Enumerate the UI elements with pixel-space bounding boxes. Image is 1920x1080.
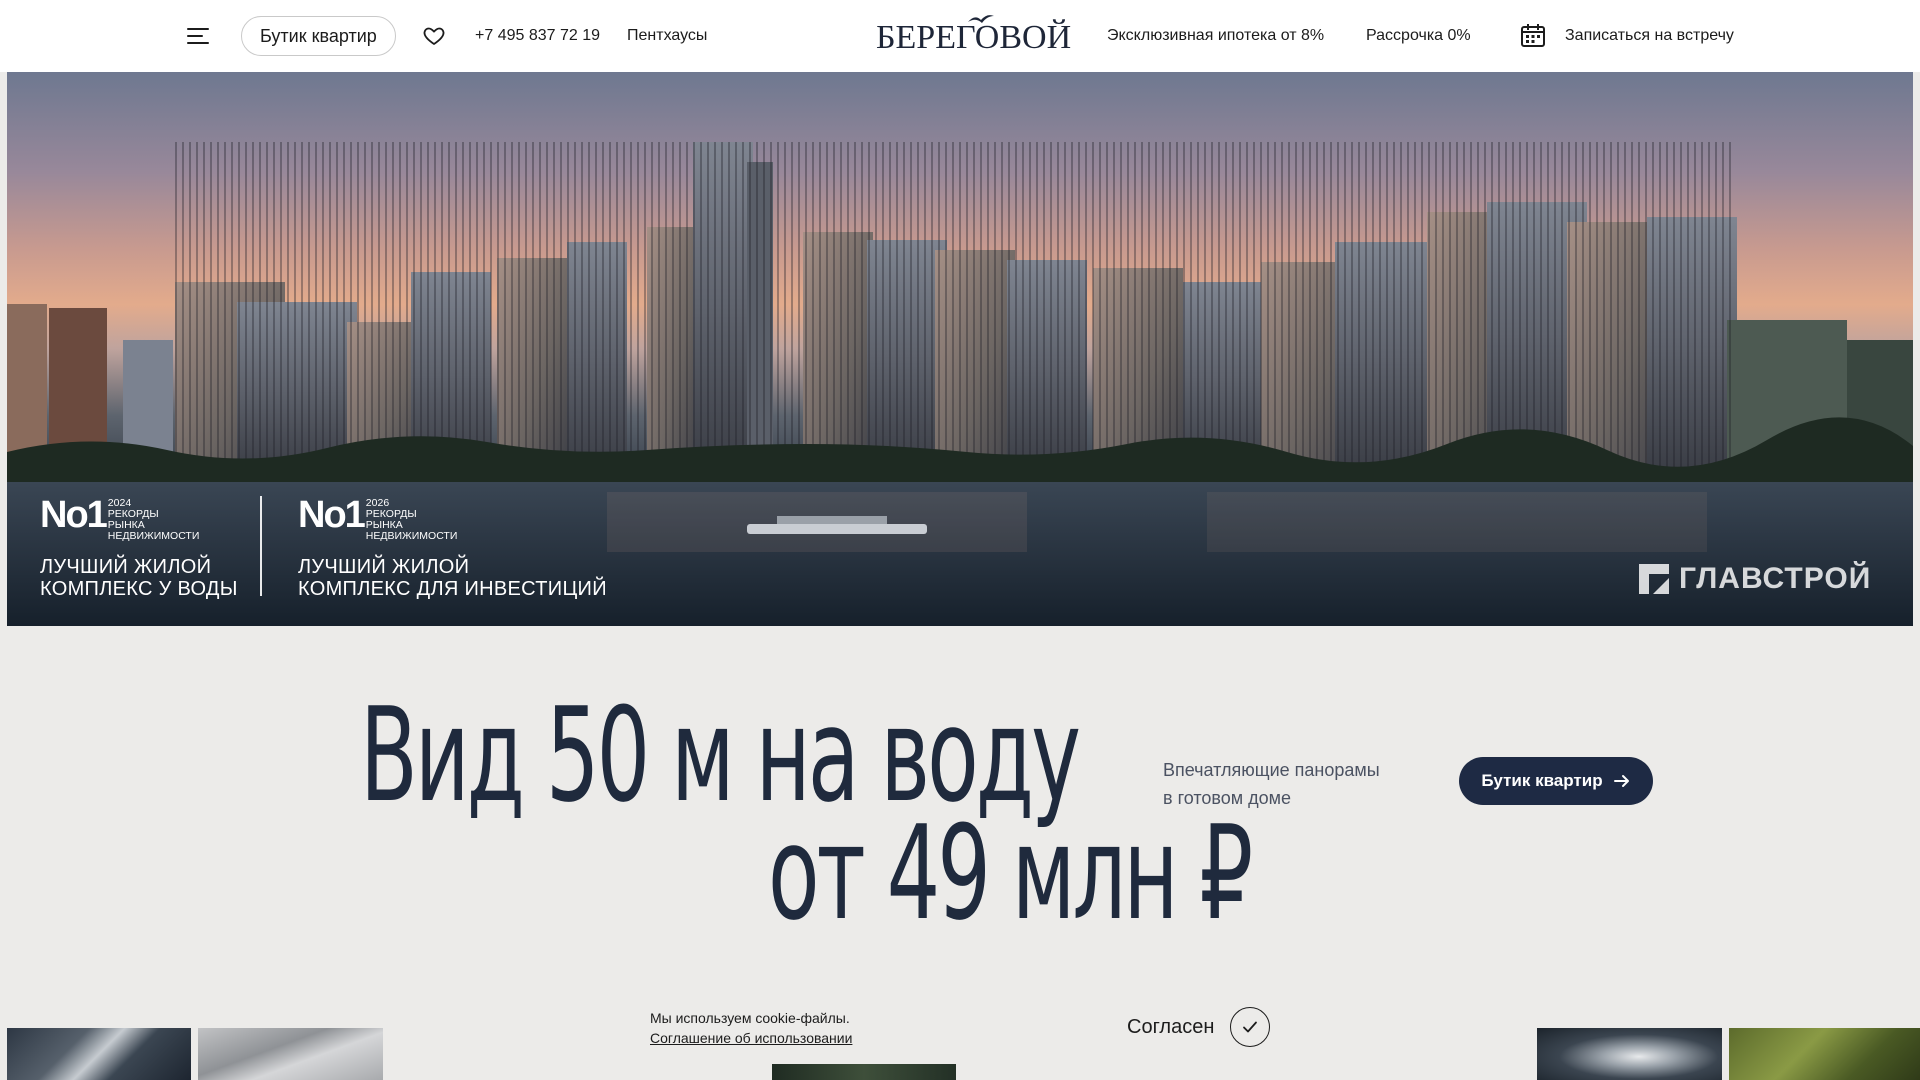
arrow-right-icon	[1613, 775, 1629, 787]
glavstroy-logo: ГЛАВСТРОЙ	[1639, 562, 1871, 596]
glavstroy-mark-icon	[1639, 564, 1669, 594]
cookie-agree-label[interactable]: Согласен	[1127, 1014, 1214, 1040]
gallery-thumbnail[interactable]	[772, 1064, 956, 1080]
favorites-heart-icon[interactable]	[422, 24, 446, 48]
cookie-agreement-link[interactable]: Соглашение об использовании	[650, 1028, 852, 1048]
promo-headline-line-2: от 49 млн ₽	[768, 797, 1253, 949]
promo-subtitle: Впечатляющие панорамы в готовом доме	[1163, 760, 1380, 808]
penthouses-link[interactable]: Пентхаусы	[627, 25, 707, 47]
site-header: Бутик квартир +7 495 837 72 19 Пентхаусы…	[0, 0, 1920, 72]
cookie-accept-button[interactable]	[1230, 1007, 1270, 1047]
site-logo[interactable]: БЕРЕГОВОЙ	[876, 14, 1072, 58]
appointment-link[interactable]: Записаться на встречу	[1565, 25, 1734, 47]
calendar-icon[interactable]	[1520, 22, 1546, 48]
phone-link[interactable]: +7 495 837 72 19	[475, 25, 600, 47]
boutique-cta-button[interactable]: Бутик квартир	[1459, 757, 1653, 805]
award-number: No1	[298, 494, 366, 536]
gallery-thumbnail[interactable]	[7, 1028, 191, 1080]
logo-text: БЕРЕГОВОЙ	[876, 19, 1072, 56]
award-divider	[260, 496, 262, 596]
hero-banner: No1 2024 Рекорды рынка недвижимости Лучший ж…	[7, 72, 1913, 626]
award-title: Лучший жилой комплекс для инвестиций	[298, 556, 607, 600]
hamburger-menu-icon[interactable]	[186, 24, 210, 48]
mortgage-link[interactable]: Эксклюзивная ипотека от 8%	[1107, 25, 1324, 47]
gallery-thumbnail[interactable]	[1537, 1028, 1722, 1080]
boutique-button[interactable]: Бутик квартир	[241, 16, 396, 56]
gallery-thumbnail[interactable]	[1729, 1028, 1920, 1080]
award-meta: 2026 Рекорды рынка недвижимости	[365, 497, 458, 542]
installment-link[interactable]: Рассрочка 0%	[1366, 25, 1471, 47]
cookie-text: Мы используем cookie-файлы.	[650, 1010, 850, 1026]
gallery-thumbnail[interactable]	[198, 1028, 383, 1080]
award-meta: 2024 Рекорды рынка недвижимости	[107, 497, 200, 542]
cookie-banner: Мы используем cookie-файлы. Соглашение о…	[631, 992, 1289, 1064]
award-number: No1	[40, 494, 108, 536]
checkmark-icon	[1243, 1021, 1257, 1033]
award-badge-investment: No1 2026 Рекорды рынка недвижимости Лучший ж…	[298, 496, 658, 600]
